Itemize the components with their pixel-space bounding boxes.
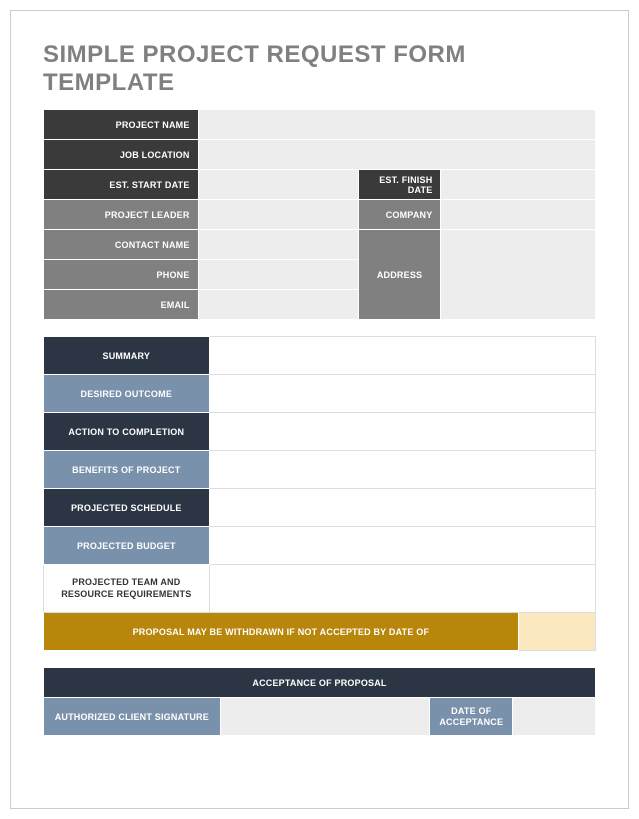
acceptance-table: ACCEPTANCE OF PROPOSAL AUTHORIZED CLIENT… bbox=[43, 667, 596, 736]
value-est-start-date[interactable] bbox=[198, 170, 358, 200]
label-projected-budget: PROJECTED BUDGET bbox=[44, 527, 210, 565]
value-phone[interactable] bbox=[198, 260, 358, 290]
label-action-to-completion: ACTION TO COMPLETION bbox=[44, 413, 210, 451]
label-acceptance-header: ACCEPTANCE OF PROPOSAL bbox=[44, 668, 596, 698]
value-email[interactable] bbox=[198, 290, 358, 320]
value-projected-schedule[interactable] bbox=[209, 489, 595, 527]
value-projected-budget[interactable] bbox=[209, 527, 595, 565]
label-withdrawal-notice: PROPOSAL MAY BE WITHDRAWN IF NOT ACCEPTE… bbox=[44, 613, 519, 651]
label-project-leader: PROJECT LEADER bbox=[44, 200, 199, 230]
label-address: ADDRESS bbox=[358, 230, 441, 320]
value-authorized-signature[interactable] bbox=[220, 698, 430, 736]
project-info-table: PROJECT NAME JOB LOCATION EST. START DAT… bbox=[43, 109, 596, 320]
page: SIMPLE PROJECT REQUEST FORM TEMPLATE PRO… bbox=[10, 10, 629, 809]
label-est-start-date: EST. START DATE bbox=[44, 170, 199, 200]
value-projected-team[interactable] bbox=[209, 565, 595, 613]
value-job-location[interactable] bbox=[198, 140, 595, 170]
value-company[interactable] bbox=[441, 200, 596, 230]
value-summary[interactable] bbox=[209, 337, 595, 375]
value-address[interactable] bbox=[441, 230, 596, 320]
value-withdrawal-date[interactable] bbox=[518, 613, 595, 651]
label-authorized-signature: AUTHORIZED CLIENT SIGNATURE bbox=[44, 698, 221, 736]
label-date-of-acceptance: DATE OF ACCEPTANCE bbox=[430, 698, 513, 736]
value-est-finish-date[interactable] bbox=[441, 170, 596, 200]
value-contact-name[interactable] bbox=[198, 230, 358, 260]
value-project-name[interactable] bbox=[198, 110, 595, 140]
label-benefits-of-project: BENEFITS OF PROJECT bbox=[44, 451, 210, 489]
label-email: EMAIL bbox=[44, 290, 199, 320]
value-project-leader[interactable] bbox=[198, 200, 358, 230]
label-company: COMPANY bbox=[358, 200, 441, 230]
label-phone: PHONE bbox=[44, 260, 199, 290]
page-title: SIMPLE PROJECT REQUEST FORM TEMPLATE bbox=[43, 41, 596, 97]
label-job-location: JOB LOCATION bbox=[44, 140, 199, 170]
label-project-name: PROJECT NAME bbox=[44, 110, 199, 140]
label-contact-name: CONTACT NAME bbox=[44, 230, 199, 260]
value-action-to-completion[interactable] bbox=[209, 413, 595, 451]
label-projected-team: PROJECTED TEAM AND RESOURCE REQUIREMENTS bbox=[44, 565, 210, 613]
label-est-finish-date: EST. FINISH DATE bbox=[358, 170, 441, 200]
value-benefits-of-project[interactable] bbox=[209, 451, 595, 489]
value-desired-outcome[interactable] bbox=[209, 375, 595, 413]
value-date-of-acceptance[interactable] bbox=[513, 698, 596, 736]
label-desired-outcome: DESIRED OUTCOME bbox=[44, 375, 210, 413]
project-details-table: SUMMARY DESIRED OUTCOME ACTION TO COMPLE… bbox=[43, 336, 596, 651]
label-projected-schedule: PROJECTED SCHEDULE bbox=[44, 489, 210, 527]
label-summary: SUMMARY bbox=[44, 337, 210, 375]
